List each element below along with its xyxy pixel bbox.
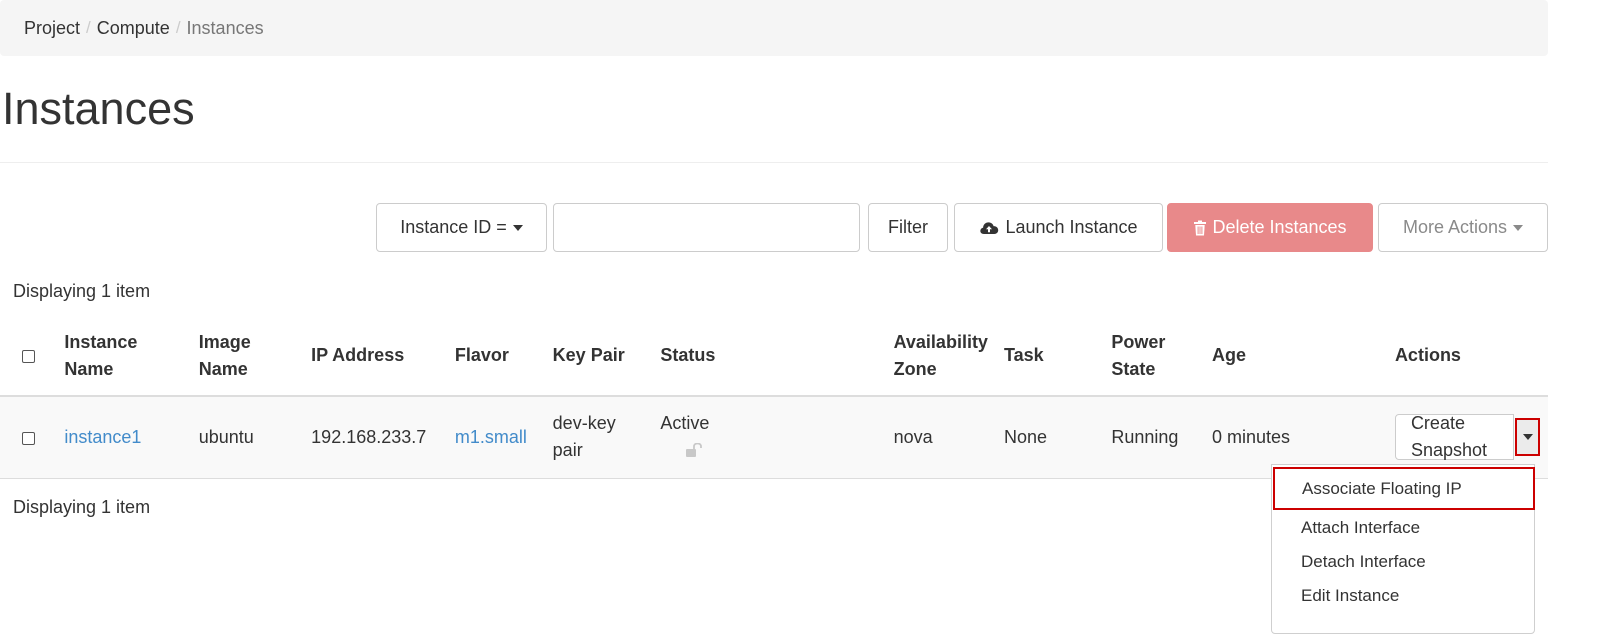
create-snapshot-label: Create Snapshot <box>1410 413 1487 461</box>
status-spacer-cell <box>765 396 886 479</box>
column-header-age[interactable]: Age <box>1203 316 1387 397</box>
status-value: Active <box>660 412 710 433</box>
column-header-ip-address[interactable]: IP Address <box>303 316 447 397</box>
row-actions-menu: Associate Floating IP Attach Interface D… <box>1271 464 1535 634</box>
filter-button[interactable]: Filter <box>868 203 948 252</box>
instances-table: Instance Name Image Name IP Address Flav… <box>0 316 1548 479</box>
column-header-status[interactable]: Status <box>652 316 886 397</box>
row-select-cell <box>0 396 57 479</box>
unlock-icon <box>686 438 704 465</box>
filter-field-label: Instance ID = <box>400 217 507 237</box>
row-checkbox[interactable] <box>22 431 35 445</box>
status-cell: Active <box>652 396 766 479</box>
select-all-checkbox[interactable] <box>22 349 35 363</box>
instance-name-cell: instance1 <box>56 396 191 479</box>
trash-icon <box>1193 220 1207 236</box>
display-count-bottom: Displaying 1 item <box>13 497 151 517</box>
menu-item-associate-floating-ip[interactable]: Associate Floating IP <box>1273 467 1535 510</box>
breadcrumb-current: Instances <box>186 17 264 38</box>
ip-address-cell: 192.168.233.7 <box>303 396 447 479</box>
power-state-cell: Running <box>1103 396 1204 479</box>
breadcrumb-separator: / <box>86 18 91 37</box>
column-header-key-pair[interactable]: Key Pair <box>544 316 653 397</box>
breadcrumb: Project / Compute / Instances <box>0 0 1548 56</box>
instance-name-link[interactable]: instance1 <box>64 427 141 447</box>
breadcrumb-separator: / <box>175 18 181 37</box>
delete-instances-label: Delete Instances <box>1212 217 1347 237</box>
chevron-down-icon <box>1513 224 1524 231</box>
filter-input[interactable] <box>553 203 860 252</box>
menu-item-detach-interface[interactable]: Detach Interface <box>1272 544 1534 579</box>
flavor-link[interactable]: m1.small <box>455 427 527 447</box>
cloud-upload-icon <box>979 220 999 236</box>
chevron-down-icon <box>512 224 523 231</box>
column-header-flavor[interactable]: Flavor <box>446 316 545 397</box>
column-header-power-state[interactable]: Power State <box>1103 316 1204 397</box>
image-name-cell: ubuntu <box>190 396 304 479</box>
more-actions-label: More Actions <box>1402 217 1508 237</box>
key-pair-value: dev-keypair <box>552 413 616 461</box>
row-action-group: Create Snapshot <box>1394 413 1540 461</box>
launch-instance-button[interactable]: Launch Instance <box>954 203 1163 252</box>
column-header-image-name[interactable]: Image Name <box>190 316 304 397</box>
table-header-row: Instance Name Image Name IP Address Flav… <box>0 316 1548 397</box>
breadcrumb-item-project[interactable]: Project <box>24 18 80 39</box>
more-actions-button[interactable]: More Actions <box>1378 203 1548 252</box>
menu-item-attach-interface[interactable]: Attach Interface <box>1272 510 1534 545</box>
title-divider <box>0 162 1548 163</box>
column-header-task[interactable]: Task <box>995 316 1104 397</box>
chevron-down-icon <box>1522 434 1533 441</box>
launch-instance-label: Launch Instance <box>1005 217 1138 237</box>
column-header-availability-zone[interactable]: Availability Zone <box>885 316 996 397</box>
create-snapshot-button[interactable]: Create Snapshot <box>1394 413 1515 461</box>
column-header-actions: Actions <box>1386 316 1548 397</box>
flavor-cell: m1.small <box>446 396 545 479</box>
filter-button-label: Filter <box>888 217 928 237</box>
filter-field-select[interactable]: Instance ID = <box>376 203 547 252</box>
column-header-instance-name[interactable]: Instance Name <box>56 316 191 397</box>
row-actions-dropdown-toggle[interactable] <box>1515 418 1540 457</box>
display-count-top: Displaying 1 item <box>13 281 151 301</box>
availability-zone-cell: nova <box>885 396 996 479</box>
page-title: Instances <box>2 83 195 134</box>
task-cell: None <box>995 396 1104 479</box>
breadcrumb-item-compute[interactable]: Compute <box>97 18 170 39</box>
delete-instances-button[interactable]: Delete Instances <box>1167 203 1373 252</box>
key-pair-cell: dev-keypair <box>544 396 653 479</box>
select-all-cell <box>0 316 57 397</box>
menu-item-edit-instance[interactable]: Edit Instance <box>1272 578 1534 613</box>
